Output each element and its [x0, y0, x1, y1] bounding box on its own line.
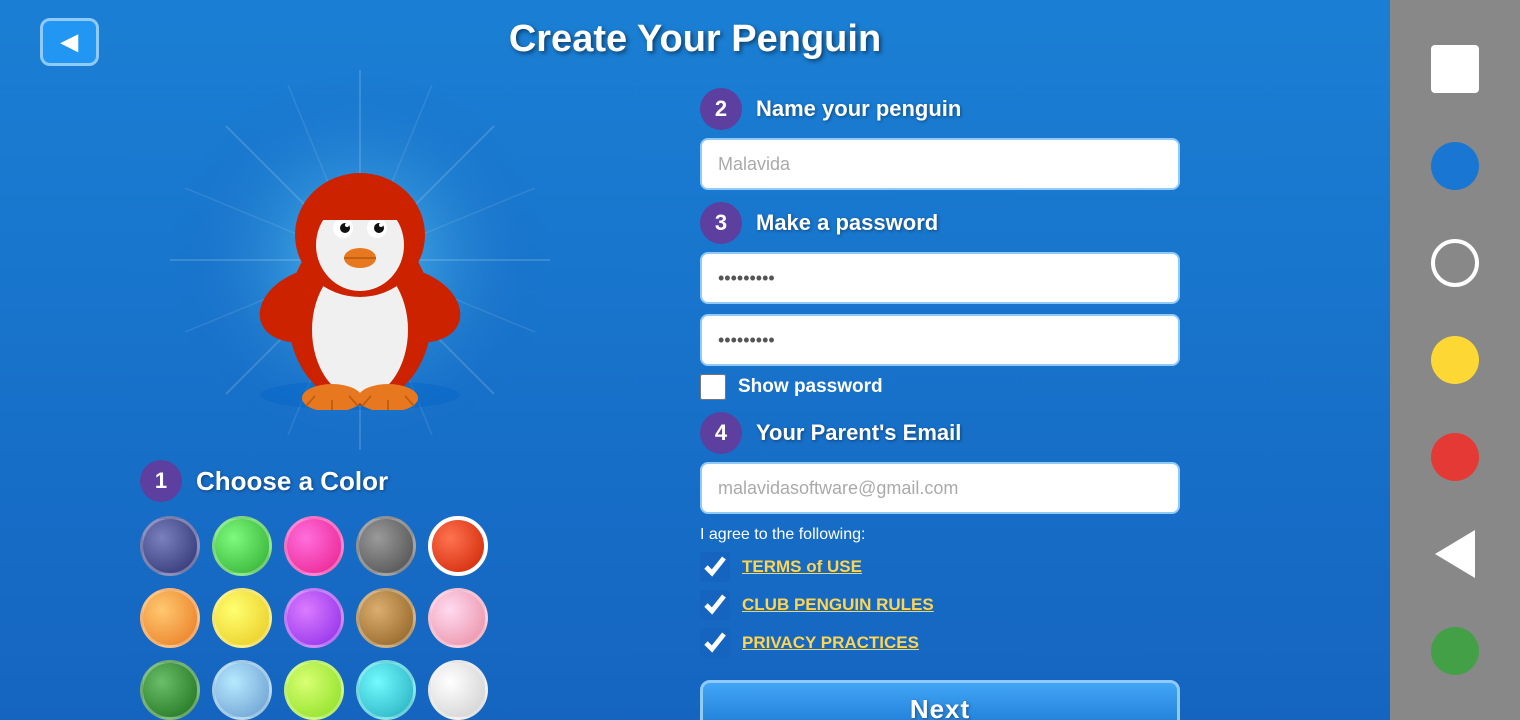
email-section: 4 Your Parent's Email: [700, 412, 1230, 514]
color-swatch-teal[interactable]: [356, 660, 416, 720]
sidebar-right: [1390, 0, 1520, 720]
terms-row: TERMS of USE: [700, 552, 1230, 582]
color-swatch-light-blue[interactable]: [212, 660, 272, 720]
agree-section: I agree to the following: TERMS of USE C…: [700, 526, 1230, 658]
color-swatch-dark-gray[interactable]: [356, 516, 416, 576]
password-header-row: 3 Make a password: [700, 202, 1230, 244]
right-panel: 2 Name your penguin 3 Make a password Sh…: [700, 88, 1230, 720]
color-chooser: 1 Choose a Color: [140, 460, 580, 720]
privacy-label[interactable]: PRIVACY PRACTICES: [742, 633, 919, 653]
name-input[interactable]: [700, 138, 1180, 190]
password-label: Make a password: [756, 210, 938, 236]
rules-row: CLUB PENGUIN RULES: [700, 590, 1230, 620]
sidebar-yellow-circle-icon: [1431, 336, 1479, 384]
terms-checkbox[interactable]: [700, 552, 730, 582]
password-section: 3 Make a password Show password: [700, 202, 1230, 400]
color-swatch-purple[interactable]: [284, 588, 344, 648]
sidebar-green-circle-icon: [1431, 627, 1479, 675]
color-chooser-header: 1 Choose a Color: [140, 460, 580, 502]
step-2-badge: 2: [700, 88, 742, 130]
next-button[interactable]: Next: [700, 680, 1180, 720]
step-4-badge: 4: [700, 412, 742, 454]
color-swatch-light-pink[interactable]: [428, 588, 488, 648]
color-chooser-label: Choose a Color: [196, 466, 388, 497]
sidebar-white-square-icon: [1431, 45, 1479, 93]
penguin-area: [110, 80, 610, 440]
agree-text: I agree to the following:: [700, 526, 1230, 544]
rules-label[interactable]: CLUB PENGUIN RULES: [742, 595, 934, 615]
color-swatch-lime[interactable]: [284, 660, 344, 720]
email-header-row: 4 Your Parent's Email: [700, 412, 1230, 454]
page-title: Create Your Penguin: [509, 18, 881, 60]
color-swatch-red[interactable]: [428, 516, 488, 576]
color-swatch-yellow[interactable]: [212, 588, 272, 648]
show-password-checkbox[interactable]: [700, 374, 726, 400]
confirm-password-input[interactable]: [700, 314, 1180, 366]
rules-checkbox[interactable]: [700, 590, 730, 620]
back-button[interactable]: ◀: [40, 18, 99, 66]
step-3-badge: 3: [700, 202, 742, 244]
penguin-illustration: [250, 120, 470, 410]
color-swatch-white[interactable]: [428, 660, 488, 720]
sidebar-red-circle-icon: [1431, 433, 1479, 481]
name-label: Name your penguin: [756, 96, 961, 122]
email-input[interactable]: [700, 462, 1180, 514]
show-password-row: Show password: [700, 374, 1230, 400]
color-swatch-brown[interactable]: [356, 588, 416, 648]
show-password-label[interactable]: Show password: [738, 376, 883, 398]
sidebar-blue-circle-icon: [1431, 142, 1479, 190]
password-input[interactable]: [700, 252, 1180, 304]
main-area: ◀ Create Your Penguin: [0, 0, 1390, 720]
email-label: Your Parent's Email: [756, 420, 961, 446]
name-header-row: 2 Name your penguin: [700, 88, 1230, 130]
color-grid: [140, 516, 580, 720]
sidebar-triangle-icon: [1435, 530, 1475, 578]
name-section: 2 Name your penguin: [700, 88, 1230, 190]
color-swatch-dark-green[interactable]: [140, 660, 200, 720]
sidebar-circle-outline-icon: [1431, 239, 1479, 287]
privacy-checkbox[interactable]: [700, 628, 730, 658]
color-swatch-orange[interactable]: [140, 588, 200, 648]
color-swatch-pink[interactable]: [284, 516, 344, 576]
color-swatch-navy[interactable]: [140, 516, 200, 576]
color-swatch-green[interactable]: [212, 516, 272, 576]
privacy-row: PRIVACY PRACTICES: [700, 628, 1230, 658]
step-1-badge: 1: [140, 460, 182, 502]
left-panel: 1 Choose a Color: [30, 80, 690, 720]
page-header: Create Your Penguin: [0, 0, 1390, 71]
terms-label[interactable]: TERMS of USE: [742, 557, 862, 577]
